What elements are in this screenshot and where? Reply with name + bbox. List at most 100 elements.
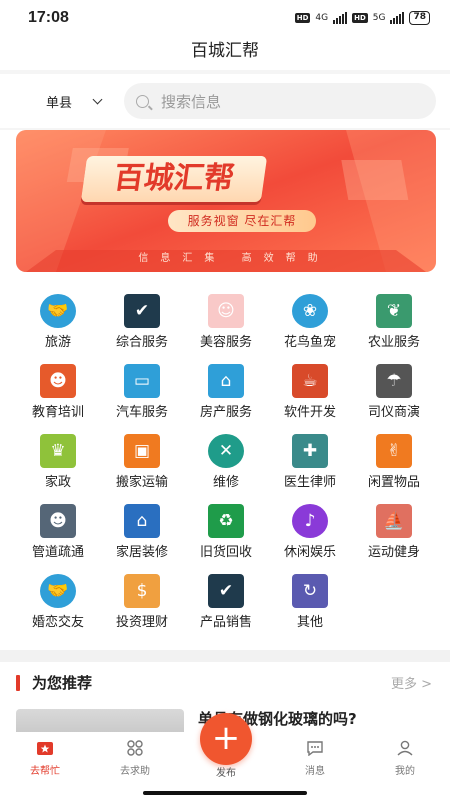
category-item[interactable]: ❦ 农业服务: [352, 294, 436, 350]
search-placeholder: 搜索信息: [161, 92, 222, 111]
hd-icon: HD: [294, 13, 311, 23]
category-item[interactable]: ⛵ 运动健身: [352, 504, 436, 560]
category-item[interactable]: ✕ 维修: [184, 434, 268, 490]
network-label-2: 5G: [372, 13, 386, 23]
category-label: 产品销售: [199, 615, 252, 630]
worker-icon: ☻: [36, 504, 80, 538]
category-label: 管道疏通: [31, 545, 84, 560]
tab-ask-help[interactable]: 去求助: [90, 732, 180, 800]
piggy-bank-icon: $: [120, 574, 164, 608]
publish-button[interactable]: +: [200, 713, 252, 765]
network-label-1: 4G: [315, 13, 329, 23]
more-link[interactable]: 更多 >: [391, 673, 432, 692]
category-label: 旅游: [44, 335, 71, 350]
category-item[interactable]: ▣ 搬家运输: [100, 434, 184, 490]
hand-gift-icon: ✔: [120, 294, 164, 328]
category-item[interactable]: $ 投资理财: [100, 574, 184, 630]
doctor-icon: ✚: [288, 434, 332, 468]
car-icon: ▭: [120, 364, 164, 398]
category-item[interactable]: ☻ 教育培训: [16, 364, 100, 420]
category-label: 花鸟鱼宠: [283, 335, 336, 350]
category-label: 投资理财: [115, 615, 168, 630]
chevron-down-icon: [92, 94, 103, 104]
category-item[interactable]: ❀ 花鸟鱼宠: [268, 294, 352, 350]
category-label: 运动健身: [367, 545, 420, 560]
category-label: 房产服务: [199, 405, 252, 420]
status-time: 17:08: [28, 9, 69, 26]
banner-slogan: 服务视窗 尽在汇帮: [168, 210, 316, 232]
category-item[interactable]: ☻ 管道疏通: [16, 504, 100, 560]
category-item[interactable]: ☕ 软件开发: [268, 364, 352, 420]
refresh-icon: ↻: [288, 574, 332, 608]
category-label: 医生律师: [283, 475, 336, 490]
category-grid: 🤝 旅游 ✔ 综合服务 ☺ 美容服务 ❀ 花鸟鱼宠 ❦ 农业服务 ☻ 教育培训 ▭ 汽车服务 ⌂ 房产服务 ☕ 软…: [16, 294, 440, 630]
category-label: 休闲娱乐: [283, 545, 336, 560]
category-label: 闲置物品: [367, 475, 420, 490]
category-label: 其他: [296, 615, 323, 630]
handshake-icon: 🤝: [36, 574, 80, 608]
section-marker: [16, 674, 20, 691]
category-item[interactable]: ☺ 美容服务: [184, 294, 268, 350]
hand-gift-icon: ✔: [204, 574, 248, 608]
region-selector[interactable]: 单县: [46, 92, 124, 111]
category-label: 软件开发: [283, 405, 336, 420]
banner-tagline: 信息汇集 高效帮助: [138, 253, 330, 264]
category-label: 维修: [212, 475, 239, 490]
search-icon: [136, 94, 149, 108]
stage-icon: ☂: [372, 364, 416, 398]
category-label: 司仪商演: [367, 405, 420, 420]
chat-icon: [307, 741, 323, 756]
category-item[interactable]: ✔ 综合服务: [100, 294, 184, 350]
person-icon: [397, 740, 413, 756]
category-label: 汽车服务: [115, 405, 168, 420]
sailboat-icon: ⛵: [372, 504, 416, 538]
tab-label: 我的: [395, 766, 415, 777]
tab-label: 去求助: [120, 766, 150, 777]
plus-icon: +: [211, 718, 241, 758]
tab-messages[interactable]: 消息: [270, 732, 360, 800]
main-content: 百城汇帮 服务视窗 尽在汇帮 信息汇集 高效帮助 🤝 旅游 ✔ 综合服务 ☺ 美容服务 ❀ 花…: [0, 130, 450, 650]
category-label: 旧货回收: [199, 545, 252, 560]
grid-circles-icon: [127, 740, 143, 756]
signal-icon: [390, 12, 405, 24]
status-icons: HD 4G HD 5G 78: [294, 11, 430, 25]
category-item[interactable]: 🤝 婚恋交友: [16, 574, 100, 630]
category-item[interactable]: ♪ 休闲娱乐: [268, 504, 352, 560]
category-item[interactable]: ♛ 家政: [16, 434, 100, 490]
category-label: 家政: [44, 475, 71, 490]
category-item[interactable]: ▭ 汽车服务: [100, 364, 184, 420]
search-input[interactable]: 搜索信息: [124, 83, 436, 119]
banner-title: 百城汇帮: [80, 156, 268, 202]
category-label: 家居装修: [115, 545, 168, 560]
category-item[interactable]: ♻ 旧货回收: [184, 504, 268, 560]
category-item[interactable]: ✌ 闲置物品: [352, 434, 436, 490]
people-circle-icon: ☻: [36, 364, 80, 398]
promo-banner[interactable]: 百城汇帮 服务视窗 尽在汇帮 信息汇集 高效帮助: [16, 130, 436, 272]
status-bar: 17:08 HD 4G HD 5G 78: [0, 0, 450, 36]
section-divider: [0, 650, 450, 662]
handshake-icon: 🤝: [36, 294, 80, 328]
tab-mine[interactable]: 我的: [360, 732, 450, 800]
battery-icon: 78: [409, 11, 430, 25]
category-item[interactable]: ☂ 司仪商演: [352, 364, 436, 420]
tab-label: 消息: [305, 766, 325, 777]
category-label: 教育培训: [31, 405, 84, 420]
category-item[interactable]: ✚ 医生律师: [268, 434, 352, 490]
category-label: 综合服务: [115, 335, 168, 350]
house-icon: ⌂: [204, 364, 248, 398]
category-item[interactable]: ⌂ 家居装修: [100, 504, 184, 560]
category-item[interactable]: ↻ 其他: [268, 574, 352, 630]
page-title: 百城汇帮: [0, 36, 450, 70]
home-sign-icon: ⌂: [120, 504, 164, 538]
category-item[interactable]: ⌂ 房产服务: [184, 364, 268, 420]
tab-help[interactable]: 去帮忙: [0, 732, 90, 800]
category-item[interactable]: ✔ 产品销售: [184, 574, 268, 630]
victory-hand-icon: ✌: [372, 434, 416, 468]
category-item[interactable]: 🤝 旅游: [16, 294, 100, 350]
recycle-icon: ♻: [204, 504, 248, 538]
region-label: 单县: [46, 95, 73, 111]
recommend-title: 为您推荐: [32, 674, 93, 692]
publish-label: 发布: [216, 768, 236, 779]
tab-label: 去帮忙: [30, 766, 60, 777]
signal-icon: [333, 12, 348, 24]
